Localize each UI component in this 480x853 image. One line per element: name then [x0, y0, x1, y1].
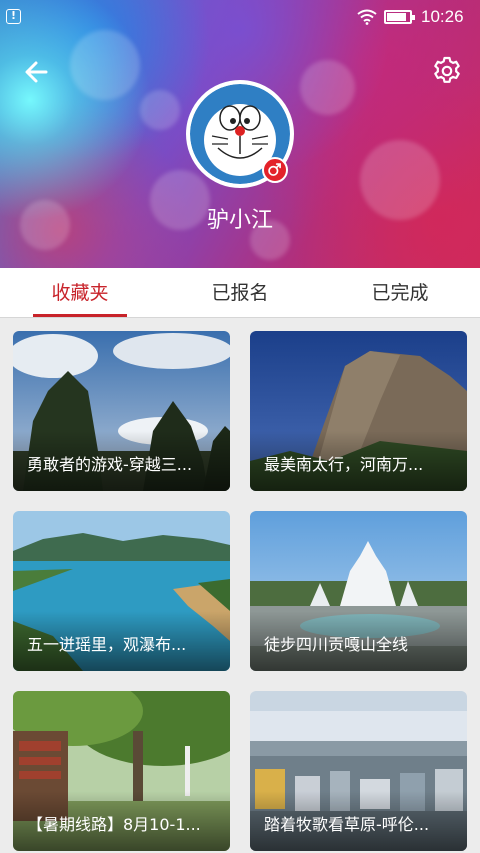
favorite-card[interactable]: 踏着牧歌看草原-呼伦... [250, 691, 467, 851]
card-title: 五一迸瑶里，观瀑布... [27, 635, 187, 654]
battery-icon [384, 10, 415, 24]
card-title: 勇敢者的游戏-穿越三... [27, 455, 193, 474]
tab-completed[interactable]: 已完成 [320, 268, 480, 318]
favorite-card[interactable]: 徒步四川贡嘎山全线 [250, 511, 467, 671]
bokeh-light [70, 30, 140, 100]
favorite-card[interactable]: 最美南太行，河南万... [250, 331, 467, 491]
wifi-icon [357, 9, 377, 25]
profile-header: ! 10:26 驴小江 [0, 0, 480, 268]
gear-icon[interactable] [431, 55, 463, 87]
card-title: 【暑期线路】8月10-1... [27, 815, 201, 834]
card-title: 踏着牧歌看草原-呼伦... [264, 815, 430, 834]
status-time: 10:26 [421, 7, 464, 26]
tab-bar: 收藏夹 已报名 已完成 [0, 268, 480, 318]
tab-favorites[interactable]: 收藏夹 [0, 268, 160, 318]
favorite-card[interactable]: 【暑期线路】8月10-1... [13, 691, 230, 851]
bokeh-light [140, 90, 180, 130]
active-tab-indicator [33, 314, 127, 317]
back-arrow-icon[interactable] [20, 55, 54, 89]
notification-icon: ! [6, 9, 21, 24]
male-gender-icon [262, 157, 288, 183]
battery-level-fill [387, 13, 406, 21]
card-title: 最美南太行，河南万... [264, 455, 424, 474]
card-title: 徒步四川贡嘎山全线 [264, 635, 409, 654]
tab-registered[interactable]: 已报名 [160, 268, 320, 318]
favorite-card[interactable]: 五一迸瑶里，观瀑布... [13, 511, 230, 671]
favorite-card[interactable]: 勇敢者的游戏-穿越三... [13, 331, 230, 491]
username: 驴小江 [206, 208, 273, 233]
bokeh-light [300, 60, 355, 115]
status-bar: ! 10:26 [0, 0, 480, 34]
